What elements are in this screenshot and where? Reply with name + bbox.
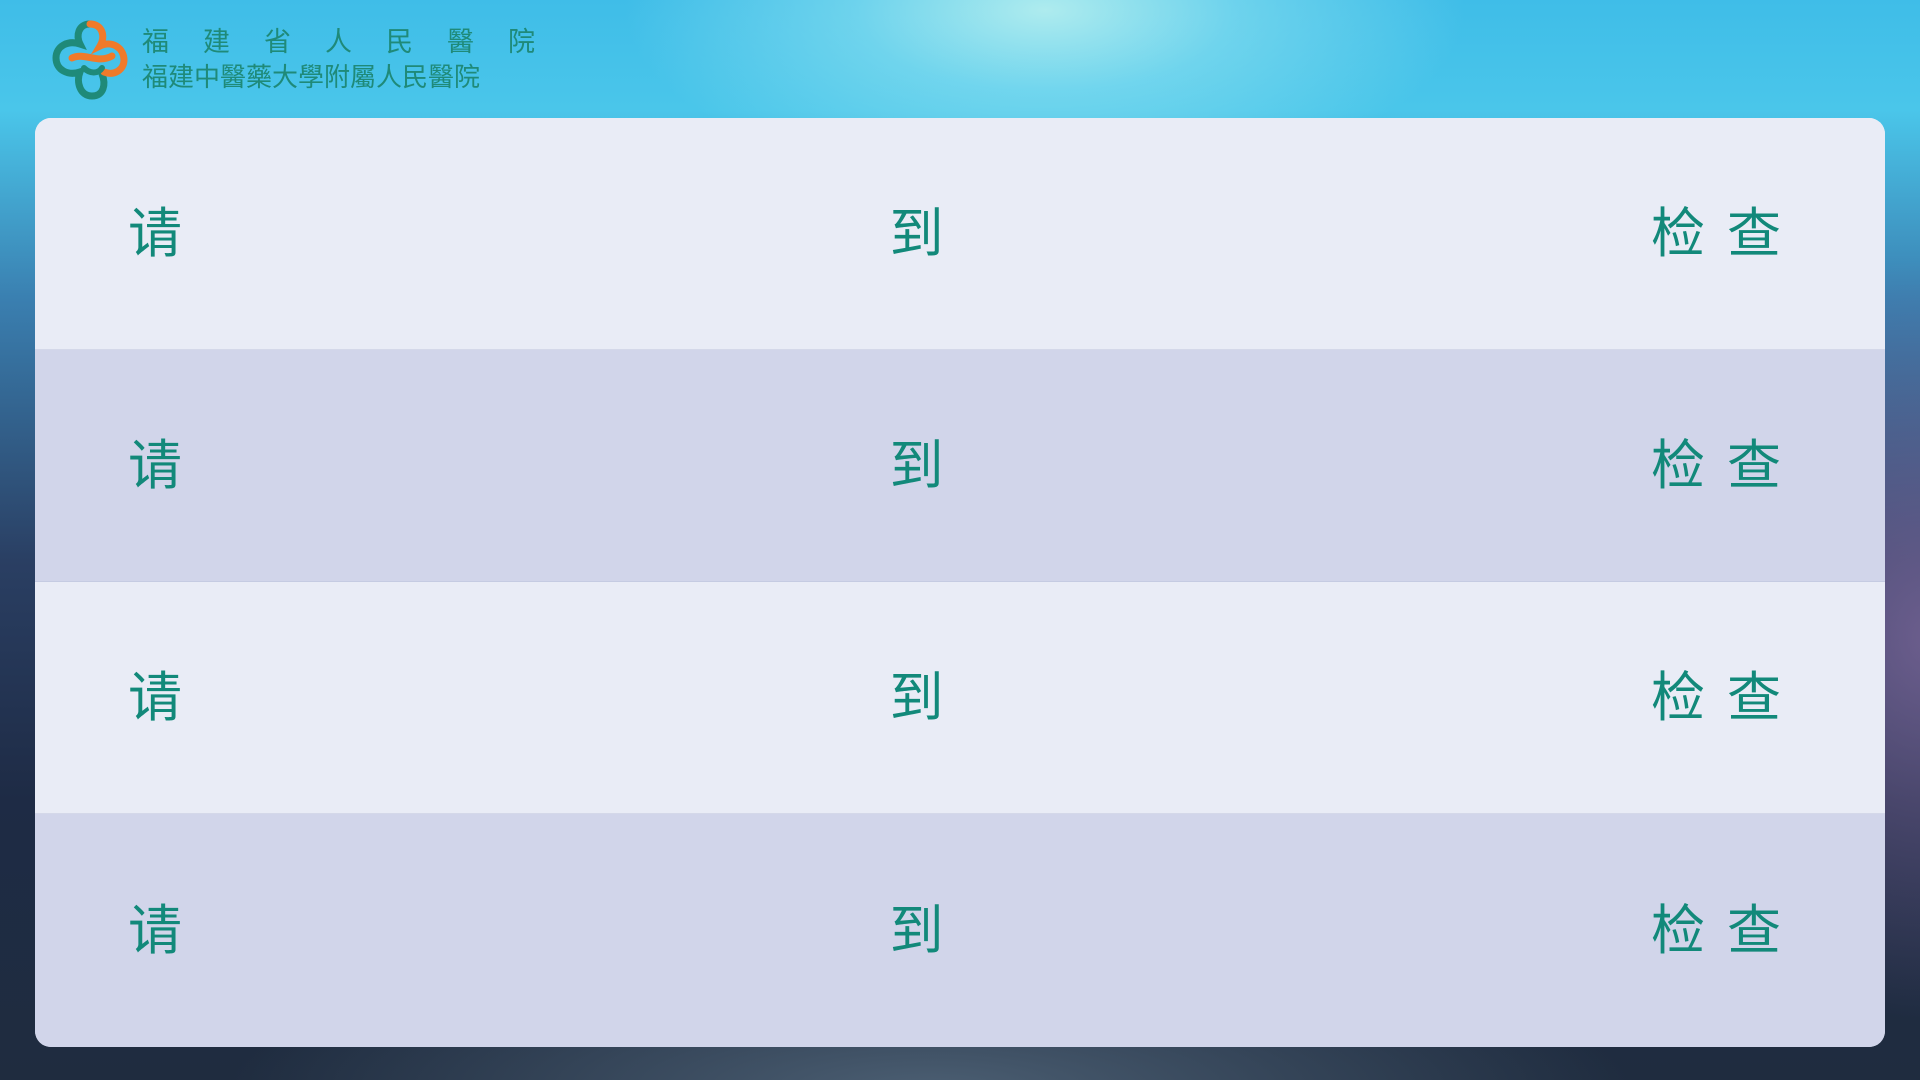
- queue-row-right: 检查: [1651, 201, 1803, 265]
- queue-row-left: 请: [128, 898, 182, 962]
- hospital-name-line2: 福建中醫藥大學附屬人民醫院: [142, 63, 481, 93]
- queue-row: 请 到 检查: [35, 814, 1885, 1047]
- hospital-name: 福建省人民醫院 福建中醫藥大學附屬人民醫院: [142, 25, 569, 95]
- queue-row: 请 到 检查: [35, 350, 1885, 582]
- queue-row-right: 检查: [1651, 898, 1803, 962]
- call-queue-panel: 请 到 检查 请 到 检查 请 到 检查 请 到 检查: [35, 118, 1885, 1047]
- queue-row-left: 请: [128, 433, 182, 497]
- hospital-logo: 福建省人民醫院 福建中醫藥大學附屬人民醫院: [50, 18, 569, 102]
- queue-row: 请 到 检查: [35, 582, 1885, 814]
- queue-row-left: 请: [128, 665, 182, 729]
- queue-row-middle: 到: [889, 898, 944, 962]
- queue-row-left: 请: [128, 201, 182, 265]
- hospital-cross-logo-icon: [52, 20, 128, 100]
- queue-row-middle: 到: [889, 201, 944, 265]
- queue-row-right: 检查: [1651, 433, 1803, 497]
- queue-row-middle: 到: [889, 433, 944, 497]
- hospital-name-line1: 福建省人民醫院: [142, 27, 569, 58]
- queue-row-middle: 到: [889, 665, 944, 729]
- queue-row: 请 到 检查: [35, 118, 1885, 350]
- queue-row-right: 检查: [1651, 665, 1803, 729]
